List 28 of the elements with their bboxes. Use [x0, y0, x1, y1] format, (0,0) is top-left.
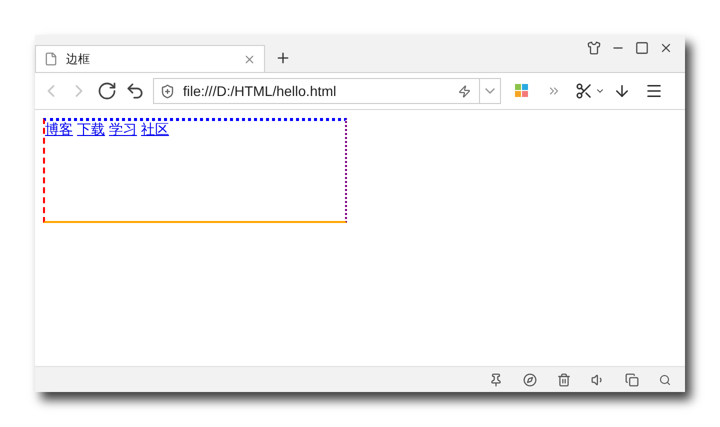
document-icon	[44, 52, 58, 66]
nav-link[interactable]: 博客	[45, 121, 73, 137]
undo-icon	[125, 81, 145, 101]
url-text: file:///D:/HTML/hello.html	[183, 83, 338, 99]
undo-button[interactable]	[125, 81, 145, 101]
download-icon[interactable]	[613, 82, 631, 100]
shirt-icon[interactable]	[587, 41, 601, 55]
nav-link[interactable]: 下载	[77, 121, 105, 137]
lightning-icon[interactable]	[458, 84, 471, 98]
search-icon[interactable]	[659, 374, 671, 386]
close-icon[interactable]	[659, 41, 673, 55]
trash-icon[interactable]	[557, 372, 571, 386]
pin-icon[interactable]	[489, 372, 503, 386]
reload-button[interactable]	[97, 81, 117, 101]
shield-icon	[160, 84, 175, 98]
tab-title: 边框	[66, 50, 91, 68]
nav-link[interactable]: 学习	[109, 121, 137, 137]
address-bar[interactable]: file:///D:/HTML/hello.html	[153, 78, 501, 104]
compass-icon[interactable]	[523, 372, 537, 386]
menu-icon[interactable]	[645, 82, 663, 100]
nav-link[interactable]: 社区	[141, 121, 169, 137]
maximize-icon[interactable]	[635, 41, 649, 55]
new-tab-icon[interactable]	[275, 50, 291, 66]
scissors-icon[interactable]	[575, 82, 593, 100]
copy-icon[interactable]	[625, 372, 639, 386]
apps-icon[interactable]	[515, 84, 529, 98]
browser-tab[interactable]: 边框	[35, 45, 265, 72]
reload-icon	[97, 81, 117, 101]
